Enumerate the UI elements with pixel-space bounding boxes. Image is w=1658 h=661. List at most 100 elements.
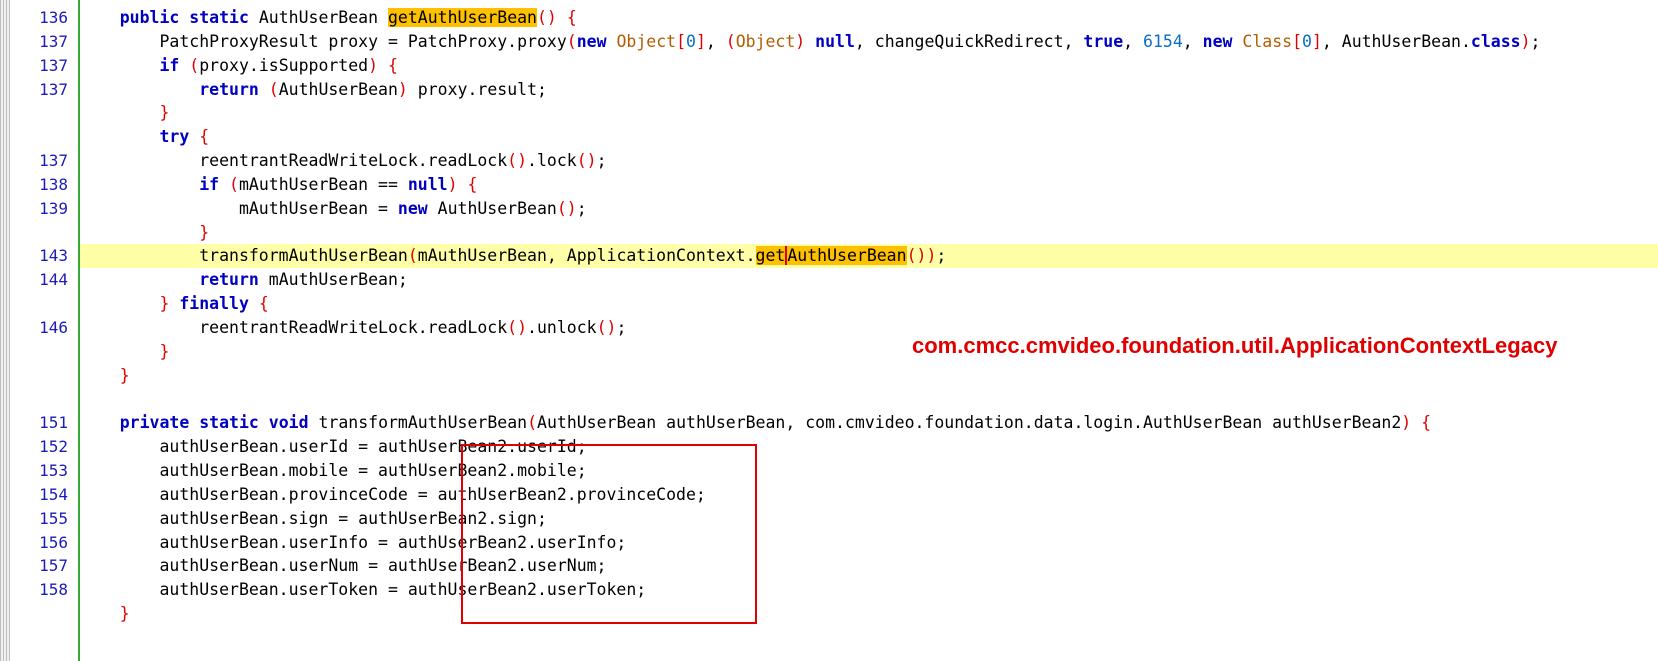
code-line[interactable]: } xyxy=(80,221,1658,245)
code-token: ( xyxy=(189,55,200,75)
code-line[interactable]: 155 authUserBean.sign = authUserBean2.si… xyxy=(39,507,1658,531)
code-token: () xyxy=(507,317,528,337)
code-token: Object xyxy=(616,31,677,51)
code-token: if xyxy=(159,55,180,75)
code-token: [ xyxy=(676,31,686,51)
code-line[interactable]: 137 return (AuthUserBean) proxy.result; xyxy=(39,78,1658,102)
code-line[interactable]: } xyxy=(80,101,1658,125)
line-number: 158 xyxy=(39,580,68,600)
code-text: } xyxy=(80,221,209,245)
code-token: new xyxy=(576,31,607,51)
code-line[interactable]: } finally { xyxy=(80,292,1658,316)
code-token: } xyxy=(119,365,130,385)
code-text: return (AuthUserBean) proxy.result; xyxy=(80,78,547,102)
code-token: ; xyxy=(576,198,587,218)
code-token: { xyxy=(258,294,269,314)
line-number: 156 xyxy=(39,532,68,552)
code-token: () xyxy=(556,198,577,218)
code-line[interactable]: 139 mAuthUserBean = new AuthUserBean(); xyxy=(39,197,1658,221)
code-line[interactable]: 156 authUserBean.userInfo = authUserBean… xyxy=(39,531,1658,555)
code-token: reentrantReadWriteLock.readLock xyxy=(80,317,508,337)
code-token: AuthUserBean xyxy=(248,8,388,27)
code-line[interactable]: 138 if (mAuthUserBean == null) { xyxy=(39,173,1658,197)
code-token: try xyxy=(159,127,190,147)
code-line[interactable]: 137 if (proxy.isSupported) { xyxy=(39,54,1658,78)
code-line[interactable]: } xyxy=(80,602,1658,626)
code-token: mAuthUserBean, ApplicationContext. xyxy=(417,246,756,266)
code-text: PatchProxyResult proxy = PatchProxy.prox… xyxy=(80,30,1540,54)
code-token: AuthUserBean xyxy=(427,198,557,218)
code-token: return xyxy=(199,79,259,99)
code-line[interactable]: 152 authUserBean.userId = authUserBean2.… xyxy=(39,435,1658,459)
code-token: AuthUserBean xyxy=(278,79,398,99)
code-token: mAuthUserBean == xyxy=(238,174,408,194)
code-token: () xyxy=(596,317,617,337)
code-line[interactable]: 154 authUserBean.provinceCode = authUser… xyxy=(39,483,1658,507)
code-token: if xyxy=(199,174,220,194)
code-token: , xyxy=(705,31,726,51)
code-token: ( xyxy=(407,246,418,266)
code-token: proxy.result; xyxy=(407,79,547,99)
code-line[interactable]: try { xyxy=(80,125,1658,149)
code-token: true xyxy=(1083,31,1124,51)
code-token: { xyxy=(388,55,398,75)
code-line[interactable]: 143 transformAuthUserBean(mAuthUserBean,… xyxy=(39,244,1658,269)
code-token: static xyxy=(189,8,249,27)
line-number: 157 xyxy=(39,556,68,576)
code-token: ; xyxy=(936,246,947,266)
code-token: new xyxy=(1202,31,1233,51)
line-number: 137 xyxy=(39,79,68,99)
code-token: } xyxy=(159,294,170,314)
line-number: 137 xyxy=(39,55,68,75)
code-line[interactable]: 151 private static void transformAuthUse… xyxy=(39,411,1658,435)
code-text: reentrantReadWriteLock.readLock().unlock… xyxy=(80,316,626,340)
code-token: get xyxy=(755,246,786,266)
code-token: { xyxy=(467,174,478,194)
code-token: () xyxy=(507,151,528,171)
code-line[interactable]: 158 authUserBean.userToken = authUserBea… xyxy=(39,578,1658,602)
code-token: public xyxy=(119,8,180,27)
code-token: ; xyxy=(1530,31,1541,51)
code-token: ( xyxy=(527,413,538,433)
line-number: 144 xyxy=(39,270,68,290)
code-line[interactable]: 144 return mAuthUserBean; xyxy=(39,268,1658,292)
code-line[interactable]: 136 public static AuthUserBean getAuthUs… xyxy=(39,6,1658,30)
code-token: [ xyxy=(1292,31,1303,51)
code-token: .lock xyxy=(527,151,577,171)
code-line[interactable]: 157 authUserBean.userNum = authUserBean2… xyxy=(39,554,1658,578)
code-editor[interactable]: 136 public static AuthUserBean getAuthUs… xyxy=(39,6,1658,626)
line-number: 143 xyxy=(39,246,68,266)
code-token: ( xyxy=(229,174,239,194)
code-token: ( xyxy=(725,31,736,51)
code-token: null xyxy=(815,31,855,51)
code-line[interactable]: 137 PatchProxyResult proxy = PatchProxy.… xyxy=(39,30,1658,54)
code-token: proxy.isSupported xyxy=(199,55,369,75)
code-line[interactable]: 153 authUserBean.mobile = authUserBean2.… xyxy=(39,459,1658,483)
code-line[interactable]: 137 reentrantReadWriteLock.readLock().lo… xyxy=(39,149,1658,173)
code-text: } xyxy=(80,602,130,626)
code-token: } xyxy=(119,604,130,624)
code-token: , xyxy=(1123,31,1144,51)
code-token: private xyxy=(119,413,190,433)
code-token: ( xyxy=(566,31,577,51)
code-line[interactable] xyxy=(80,388,1658,412)
code-token: reentrantReadWriteLock.readLock xyxy=(80,151,508,171)
line-number: 151 xyxy=(39,413,68,433)
highlight-box xyxy=(461,444,757,624)
code-line[interactable]: } xyxy=(80,364,1658,388)
